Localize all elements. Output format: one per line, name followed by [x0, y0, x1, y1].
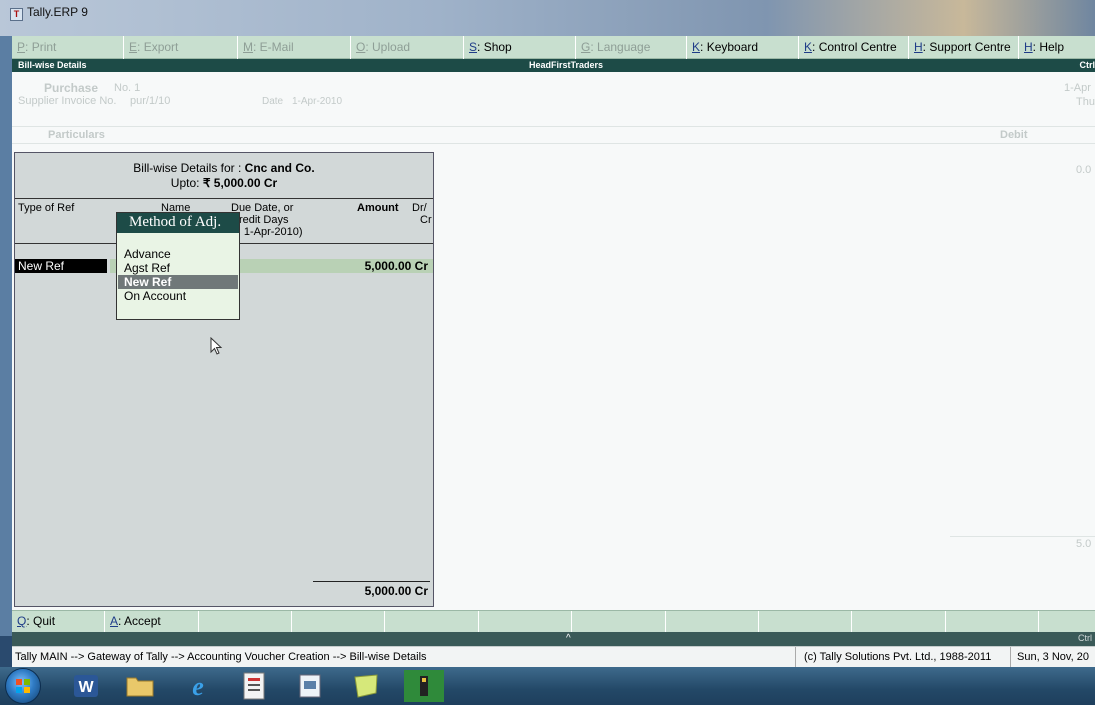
right-day: Thu: [1076, 96, 1095, 108]
empty-button: [1039, 611, 1095, 633]
tally-erp-icon[interactable]: [404, 670, 444, 702]
windows-taskbar: W e: [0, 667, 1095, 705]
date-value: 1-Apr-2010: [292, 96, 343, 107]
type-of-ref-cell[interactable]: New Ref: [15, 259, 107, 273]
copyright-text: (c) Tally Solutions Pvt. Ltd., 1988-2011: [795, 647, 991, 667]
bottom-button-bar: Q: Quit A: Accept: [12, 610, 1095, 633]
screen-name: Bill-wise Details: [18, 60, 87, 70]
window-title: Tally.ERP 9: [27, 5, 88, 19]
party-name: Cnc and Co.: [244, 161, 315, 175]
empty-button: [852, 611, 946, 633]
voucher-number: No. 1: [114, 82, 141, 94]
empty-button: [292, 611, 385, 633]
control-centre-button[interactable]: K: Control Centre: [799, 36, 909, 59]
status-bar: Tally MAIN --> Gateway of Tally --> Acco…: [12, 646, 1095, 667]
mouse-pointer-icon: [210, 336, 224, 360]
email-button[interactable]: M: E-Mail: [238, 36, 351, 59]
background-amount: 0.0: [1076, 164, 1092, 176]
svg-text:W: W: [78, 679, 94, 696]
start-orb-icon[interactable]: [5, 668, 41, 704]
breadcrumb: Tally MAIN --> Gateway of Tally --> Acco…: [15, 651, 427, 663]
divider: [12, 143, 1095, 144]
total-line: [313, 581, 430, 582]
upto-value: ₹ 5,000.00 Cr: [202, 176, 278, 190]
language-button[interactable]: G: Language: [576, 36, 687, 59]
empty-button: [572, 611, 666, 633]
current-date: Sun, 3 Nov, 20: [1010, 647, 1089, 667]
amount-cell[interactable]: 5,000.00 Cr: [365, 259, 428, 273]
info-bar: ^ Ctrl: [12, 632, 1095, 646]
word-icon[interactable]: W: [68, 670, 104, 702]
col-drcr-2: Cr: [420, 214, 432, 226]
debit-header: Debit: [1000, 129, 1028, 141]
divider: [12, 126, 1095, 127]
tally-app-icon: T: [10, 8, 23, 21]
sticky-notes-icon[interactable]: [348, 670, 384, 702]
empty-button: [479, 611, 572, 633]
company-name: HeadFirstTraders: [529, 60, 604, 70]
upload-button[interactable]: O: Upload: [351, 36, 464, 59]
col-amount: Amount: [357, 202, 399, 214]
method-of-adjustment-popup: Method of Adj. Advance Agst Ref New Ref …: [116, 212, 240, 320]
empty-button: [759, 611, 852, 633]
caret-up-icon[interactable]: ^: [566, 632, 571, 646]
supplier-invoice-label: Supplier Invoice No.: [18, 95, 117, 107]
divider: [950, 536, 1095, 537]
shop-button[interactable]: S: Shop: [464, 36, 576, 59]
date-label: Date: [262, 96, 284, 107]
total-amount: 5,000.00 Cr: [364, 584, 428, 598]
top-button-bar: P: Print E: Export M: E-Mail O: Upload S…: [12, 36, 1095, 59]
window-title-bar[interactable]: T Tally.ERP 9: [0, 0, 1095, 36]
quit-button[interactable]: Q: Quit: [12, 611, 105, 633]
accept-button[interactable]: A: Accept: [105, 611, 199, 633]
empty-button: [385, 611, 479, 633]
option-agst-ref[interactable]: Agst Ref: [123, 261, 170, 275]
col-due-date-3: (f. 1-Apr-2010): [231, 226, 303, 238]
supplier-invoice-value: pur/1/10: [130, 95, 171, 107]
empty-button: [946, 611, 1039, 633]
empty-button: [666, 611, 759, 633]
background-total: 5.0: [1076, 538, 1092, 550]
print-button[interactable]: P: Print: [12, 36, 124, 59]
header-ctrl: Ctrl: [1079, 60, 1095, 70]
export-button[interactable]: E: Export: [124, 36, 238, 59]
panel-title: Bill-wise Details for : Cnc and Co. Upto…: [15, 153, 433, 198]
panel-title-prefix: Bill-wise Details for :: [133, 161, 242, 175]
right-date: 1-Apr: [1064, 82, 1091, 94]
col-type-of-ref: Type of Ref: [18, 202, 75, 214]
info-bar-ctrl: Ctrl: [1078, 633, 1092, 643]
col-due-date-1: Due Date, or: [231, 202, 294, 214]
window-left-edge: [0, 36, 12, 636]
popup-title: Method of Adj.: [117, 213, 239, 233]
option-new-ref[interactable]: New Ref: [118, 275, 238, 289]
tally-icon[interactable]: [236, 670, 272, 702]
help-button[interactable]: H: Help: [1019, 36, 1095, 59]
support-centre-button[interactable]: H: Support Centre: [909, 36, 1019, 59]
keyboard-button[interactable]: K: Keyboard: [687, 36, 799, 59]
upto-label: Upto:: [170, 176, 200, 190]
empty-button: [199, 611, 292, 633]
screen-header-bar: Bill-wise Details HeadFirstTraders Ctrl: [12, 59, 1095, 72]
document-icon[interactable]: [292, 670, 328, 702]
option-on-account[interactable]: On Account: [123, 289, 186, 303]
svg-text:e: e: [192, 672, 204, 700]
internet-explorer-icon[interactable]: e: [180, 670, 216, 702]
folder-icon[interactable]: [122, 670, 158, 702]
voucher-type: Purchase: [44, 81, 99, 95]
option-advance[interactable]: Advance: [123, 247, 171, 261]
particulars-header: Particulars: [48, 129, 105, 141]
col-drcr-1: Dr/: [412, 202, 427, 214]
